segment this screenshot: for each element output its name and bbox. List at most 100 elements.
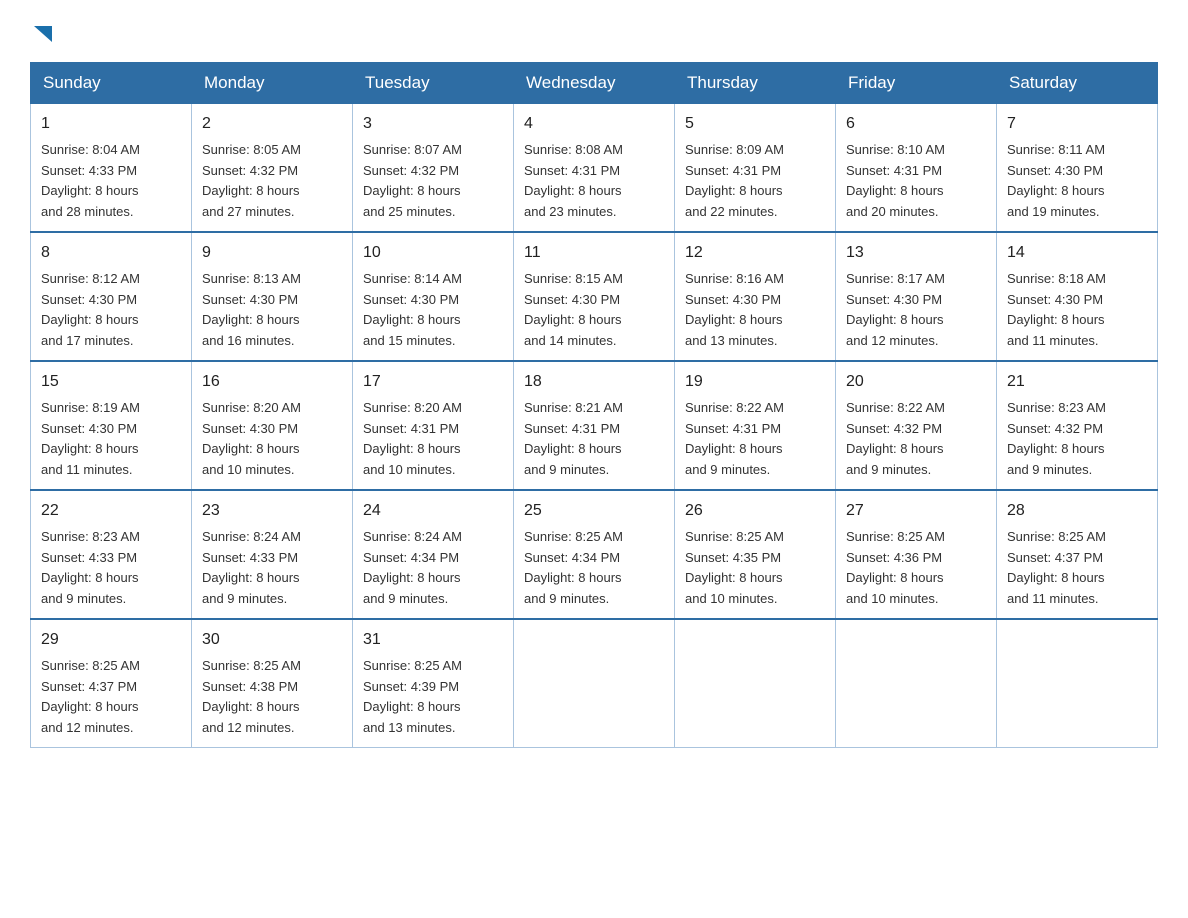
calendar-day-cell: 21 Sunrise: 8:23 AMSunset: 4:32 PMDaylig… bbox=[997, 361, 1158, 490]
weekday-header-sunday: Sunday bbox=[31, 63, 192, 104]
calendar-day-cell bbox=[675, 619, 836, 747]
day-info: Sunrise: 8:25 AMSunset: 4:35 PMDaylight:… bbox=[685, 527, 825, 610]
day-info: Sunrise: 8:25 AMSunset: 4:37 PMDaylight:… bbox=[1007, 527, 1147, 610]
day-number: 15 bbox=[41, 370, 181, 395]
day-info: Sunrise: 8:23 AMSunset: 4:32 PMDaylight:… bbox=[1007, 398, 1147, 481]
calendar-day-cell: 7 Sunrise: 8:11 AMSunset: 4:30 PMDayligh… bbox=[997, 104, 1158, 232]
calendar-day-cell: 19 Sunrise: 8:22 AMSunset: 4:31 PMDaylig… bbox=[675, 361, 836, 490]
calendar-day-cell: 11 Sunrise: 8:15 AMSunset: 4:30 PMDaylig… bbox=[514, 232, 675, 361]
weekday-header-wednesday: Wednesday bbox=[514, 63, 675, 104]
weekday-header-saturday: Saturday bbox=[997, 63, 1158, 104]
calendar-day-cell: 27 Sunrise: 8:25 AMSunset: 4:36 PMDaylig… bbox=[836, 490, 997, 619]
day-number: 12 bbox=[685, 241, 825, 266]
day-info: Sunrise: 8:09 AMSunset: 4:31 PMDaylight:… bbox=[685, 140, 825, 223]
day-number: 13 bbox=[846, 241, 986, 266]
calendar-day-cell: 22 Sunrise: 8:23 AMSunset: 4:33 PMDaylig… bbox=[31, 490, 192, 619]
calendar-day-cell: 26 Sunrise: 8:25 AMSunset: 4:35 PMDaylig… bbox=[675, 490, 836, 619]
day-info: Sunrise: 8:25 AMSunset: 4:37 PMDaylight:… bbox=[41, 656, 181, 739]
day-info: Sunrise: 8:08 AMSunset: 4:31 PMDaylight:… bbox=[524, 140, 664, 223]
calendar-day-cell bbox=[514, 619, 675, 747]
calendar-day-cell: 10 Sunrise: 8:14 AMSunset: 4:30 PMDaylig… bbox=[353, 232, 514, 361]
day-info: Sunrise: 8:11 AMSunset: 4:30 PMDaylight:… bbox=[1007, 140, 1147, 223]
calendar-day-cell: 28 Sunrise: 8:25 AMSunset: 4:37 PMDaylig… bbox=[997, 490, 1158, 619]
day-number: 6 bbox=[846, 112, 986, 137]
day-number: 17 bbox=[363, 370, 503, 395]
day-number: 24 bbox=[363, 499, 503, 524]
day-info: Sunrise: 8:17 AMSunset: 4:30 PMDaylight:… bbox=[846, 269, 986, 352]
day-info: Sunrise: 8:25 AMSunset: 4:38 PMDaylight:… bbox=[202, 656, 342, 739]
day-info: Sunrise: 8:18 AMSunset: 4:30 PMDaylight:… bbox=[1007, 269, 1147, 352]
day-info: Sunrise: 8:24 AMSunset: 4:33 PMDaylight:… bbox=[202, 527, 342, 610]
day-info: Sunrise: 8:15 AMSunset: 4:30 PMDaylight:… bbox=[524, 269, 664, 352]
calendar-day-cell: 23 Sunrise: 8:24 AMSunset: 4:33 PMDaylig… bbox=[192, 490, 353, 619]
calendar-day-cell: 8 Sunrise: 8:12 AMSunset: 4:30 PMDayligh… bbox=[31, 232, 192, 361]
day-info: Sunrise: 8:22 AMSunset: 4:32 PMDaylight:… bbox=[846, 398, 986, 481]
day-number: 3 bbox=[363, 112, 503, 137]
day-info: Sunrise: 8:21 AMSunset: 4:31 PMDaylight:… bbox=[524, 398, 664, 481]
calendar-week-row: 15 Sunrise: 8:19 AMSunset: 4:30 PMDaylig… bbox=[31, 361, 1158, 490]
day-info: Sunrise: 8:24 AMSunset: 4:34 PMDaylight:… bbox=[363, 527, 503, 610]
calendar-day-cell: 16 Sunrise: 8:20 AMSunset: 4:30 PMDaylig… bbox=[192, 361, 353, 490]
logo-triangle-icon bbox=[32, 22, 54, 44]
weekday-header-friday: Friday bbox=[836, 63, 997, 104]
day-number: 1 bbox=[41, 112, 181, 137]
calendar-week-row: 1 Sunrise: 8:04 AMSunset: 4:33 PMDayligh… bbox=[31, 104, 1158, 232]
day-number: 9 bbox=[202, 241, 342, 266]
logo bbox=[30, 20, 54, 44]
calendar-day-cell: 1 Sunrise: 8:04 AMSunset: 4:33 PMDayligh… bbox=[31, 104, 192, 232]
calendar-day-cell: 13 Sunrise: 8:17 AMSunset: 4:30 PMDaylig… bbox=[836, 232, 997, 361]
day-info: Sunrise: 8:10 AMSunset: 4:31 PMDaylight:… bbox=[846, 140, 986, 223]
day-info: Sunrise: 8:13 AMSunset: 4:30 PMDaylight:… bbox=[202, 269, 342, 352]
day-number: 23 bbox=[202, 499, 342, 524]
calendar-day-cell: 24 Sunrise: 8:24 AMSunset: 4:34 PMDaylig… bbox=[353, 490, 514, 619]
day-info: Sunrise: 8:16 AMSunset: 4:30 PMDaylight:… bbox=[685, 269, 825, 352]
weekday-header-thursday: Thursday bbox=[675, 63, 836, 104]
day-number: 18 bbox=[524, 370, 664, 395]
calendar-day-cell: 9 Sunrise: 8:13 AMSunset: 4:30 PMDayligh… bbox=[192, 232, 353, 361]
calendar-day-cell: 29 Sunrise: 8:25 AMSunset: 4:37 PMDaylig… bbox=[31, 619, 192, 747]
day-info: Sunrise: 8:25 AMSunset: 4:36 PMDaylight:… bbox=[846, 527, 986, 610]
calendar-day-cell: 15 Sunrise: 8:19 AMSunset: 4:30 PMDaylig… bbox=[31, 361, 192, 490]
day-number: 19 bbox=[685, 370, 825, 395]
day-number: 25 bbox=[524, 499, 664, 524]
day-number: 28 bbox=[1007, 499, 1147, 524]
day-info: Sunrise: 8:14 AMSunset: 4:30 PMDaylight:… bbox=[363, 269, 503, 352]
calendar-week-row: 8 Sunrise: 8:12 AMSunset: 4:30 PMDayligh… bbox=[31, 232, 1158, 361]
calendar-day-cell: 2 Sunrise: 8:05 AMSunset: 4:32 PMDayligh… bbox=[192, 104, 353, 232]
day-info: Sunrise: 8:04 AMSunset: 4:33 PMDaylight:… bbox=[41, 140, 181, 223]
day-info: Sunrise: 8:22 AMSunset: 4:31 PMDaylight:… bbox=[685, 398, 825, 481]
day-number: 29 bbox=[41, 628, 181, 653]
day-number: 30 bbox=[202, 628, 342, 653]
day-number: 7 bbox=[1007, 112, 1147, 137]
calendar-day-cell: 4 Sunrise: 8:08 AMSunset: 4:31 PMDayligh… bbox=[514, 104, 675, 232]
calendar-day-cell: 17 Sunrise: 8:20 AMSunset: 4:31 PMDaylig… bbox=[353, 361, 514, 490]
day-number: 4 bbox=[524, 112, 664, 137]
calendar-day-cell: 18 Sunrise: 8:21 AMSunset: 4:31 PMDaylig… bbox=[514, 361, 675, 490]
calendar-day-cell: 30 Sunrise: 8:25 AMSunset: 4:38 PMDaylig… bbox=[192, 619, 353, 747]
day-number: 31 bbox=[363, 628, 503, 653]
day-number: 14 bbox=[1007, 241, 1147, 266]
day-info: Sunrise: 8:19 AMSunset: 4:30 PMDaylight:… bbox=[41, 398, 181, 481]
day-info: Sunrise: 8:12 AMSunset: 4:30 PMDaylight:… bbox=[41, 269, 181, 352]
calendar-day-cell bbox=[997, 619, 1158, 747]
calendar-week-row: 22 Sunrise: 8:23 AMSunset: 4:33 PMDaylig… bbox=[31, 490, 1158, 619]
calendar-day-cell: 12 Sunrise: 8:16 AMSunset: 4:30 PMDaylig… bbox=[675, 232, 836, 361]
calendar-day-cell: 6 Sunrise: 8:10 AMSunset: 4:31 PMDayligh… bbox=[836, 104, 997, 232]
day-number: 22 bbox=[41, 499, 181, 524]
day-info: Sunrise: 8:25 AMSunset: 4:39 PMDaylight:… bbox=[363, 656, 503, 739]
day-info: Sunrise: 8:07 AMSunset: 4:32 PMDaylight:… bbox=[363, 140, 503, 223]
calendar-day-cell bbox=[836, 619, 997, 747]
day-number: 21 bbox=[1007, 370, 1147, 395]
day-number: 10 bbox=[363, 241, 503, 266]
calendar-day-cell: 31 Sunrise: 8:25 AMSunset: 4:39 PMDaylig… bbox=[353, 619, 514, 747]
day-info: Sunrise: 8:25 AMSunset: 4:34 PMDaylight:… bbox=[524, 527, 664, 610]
calendar-day-cell: 3 Sunrise: 8:07 AMSunset: 4:32 PMDayligh… bbox=[353, 104, 514, 232]
day-number: 2 bbox=[202, 112, 342, 137]
calendar-day-cell: 20 Sunrise: 8:22 AMSunset: 4:32 PMDaylig… bbox=[836, 361, 997, 490]
weekday-header-monday: Monday bbox=[192, 63, 353, 104]
day-number: 5 bbox=[685, 112, 825, 137]
calendar-day-cell: 14 Sunrise: 8:18 AMSunset: 4:30 PMDaylig… bbox=[997, 232, 1158, 361]
day-number: 20 bbox=[846, 370, 986, 395]
calendar-table: SundayMondayTuesdayWednesdayThursdayFrid… bbox=[30, 62, 1158, 748]
calendar-day-cell: 5 Sunrise: 8:09 AMSunset: 4:31 PMDayligh… bbox=[675, 104, 836, 232]
